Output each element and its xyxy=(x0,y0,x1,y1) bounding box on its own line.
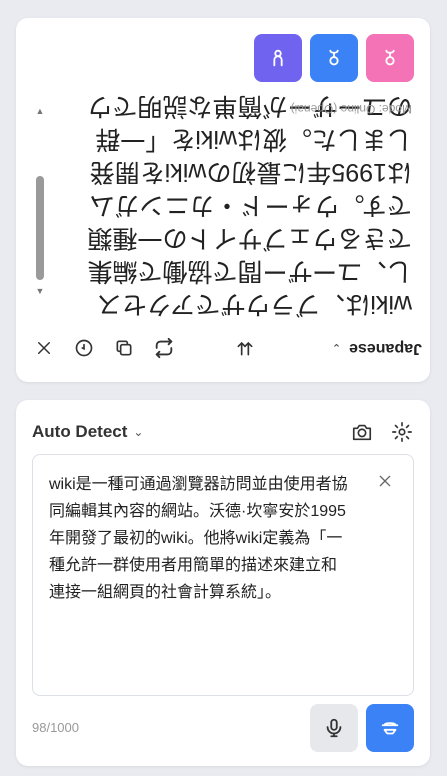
mode-label: Mode: Online (Openai) xyxy=(290,102,412,116)
char-count: 98/1000 xyxy=(32,720,79,735)
close-icon xyxy=(379,475,391,487)
close-icon xyxy=(38,342,50,354)
chevron-down-icon: ⌄ xyxy=(133,425,144,439)
direction-toggle-button[interactable] xyxy=(232,336,258,360)
settings-button[interactable] xyxy=(388,418,416,446)
copy-icon xyxy=(116,340,132,356)
camera-icon xyxy=(352,424,372,441)
target-language-select[interactable]: Japanese ⌄ xyxy=(312,336,422,360)
translated-text-area: wikiは、ブラウザでアクセスし、ユーザー間で協働で編集できるウェブサイトの一種… xyxy=(56,94,430,324)
output-scrollbar[interactable]: ▲ ▼ xyxy=(34,106,46,300)
microphone-icon xyxy=(326,718,342,738)
history-button[interactable] xyxy=(72,336,96,360)
voice-button-3[interactable] xyxy=(366,34,414,82)
clear-output-button[interactable] xyxy=(32,336,56,360)
camera-button[interactable] xyxy=(348,418,376,446)
source-language-select[interactable]: Auto Detect ⌄ xyxy=(32,422,143,442)
translate-button[interactable] xyxy=(366,704,414,752)
voice-button-2[interactable] xyxy=(310,34,358,82)
translate-icon xyxy=(381,722,399,735)
microphone-button[interactable] xyxy=(310,704,358,752)
source-text-input[interactable]: wiki是一種可通過瀏覽器訪問並由使用者協同編輯其內容的網站。沃德·坎寧安於19… xyxy=(32,454,414,696)
source-language-label: Auto Detect xyxy=(32,422,128,441)
speaker-icon xyxy=(273,49,283,67)
repeat-icon xyxy=(155,337,173,359)
copy-button[interactable] xyxy=(112,336,136,360)
translation-output-panel: ▲ ▼ wikiは、ブラウザでアクセスし、ユーザー間で協働で編集できるウェブサイ… xyxy=(16,18,430,382)
gear-icon xyxy=(392,422,412,442)
scrollbar-thumb[interactable] xyxy=(36,176,44,280)
translated-text: wikiは、ブラウザでアクセスし、ユーザー間で協働で編集できるウェブサイトの一種… xyxy=(87,94,412,318)
chevron-down-icon: ⌄ xyxy=(331,341,342,354)
female-voice-icon xyxy=(385,49,395,66)
swap-button[interactable] xyxy=(152,336,176,360)
scroll-down-icon[interactable]: ▼ xyxy=(34,286,46,296)
voice-button-1[interactable] xyxy=(254,34,302,82)
male-voice-icon xyxy=(329,49,339,66)
scroll-up-icon[interactable]: ▲ xyxy=(34,106,46,116)
clear-input-button[interactable] xyxy=(371,467,399,495)
history-icon xyxy=(75,339,93,357)
translation-input-panel: Auto Detect ⌄ wiki是一種可通過瀏覽器訪問並由使用者協同編輯其內… xyxy=(16,400,430,766)
arrows-up-icon xyxy=(237,341,253,356)
source-text[interactable]: wiki是一種可通過瀏覽器訪問並由使用者協同編輯其內容的網站。沃德·坎寧安於19… xyxy=(49,471,349,606)
target-language-label: Japanese xyxy=(349,340,422,357)
